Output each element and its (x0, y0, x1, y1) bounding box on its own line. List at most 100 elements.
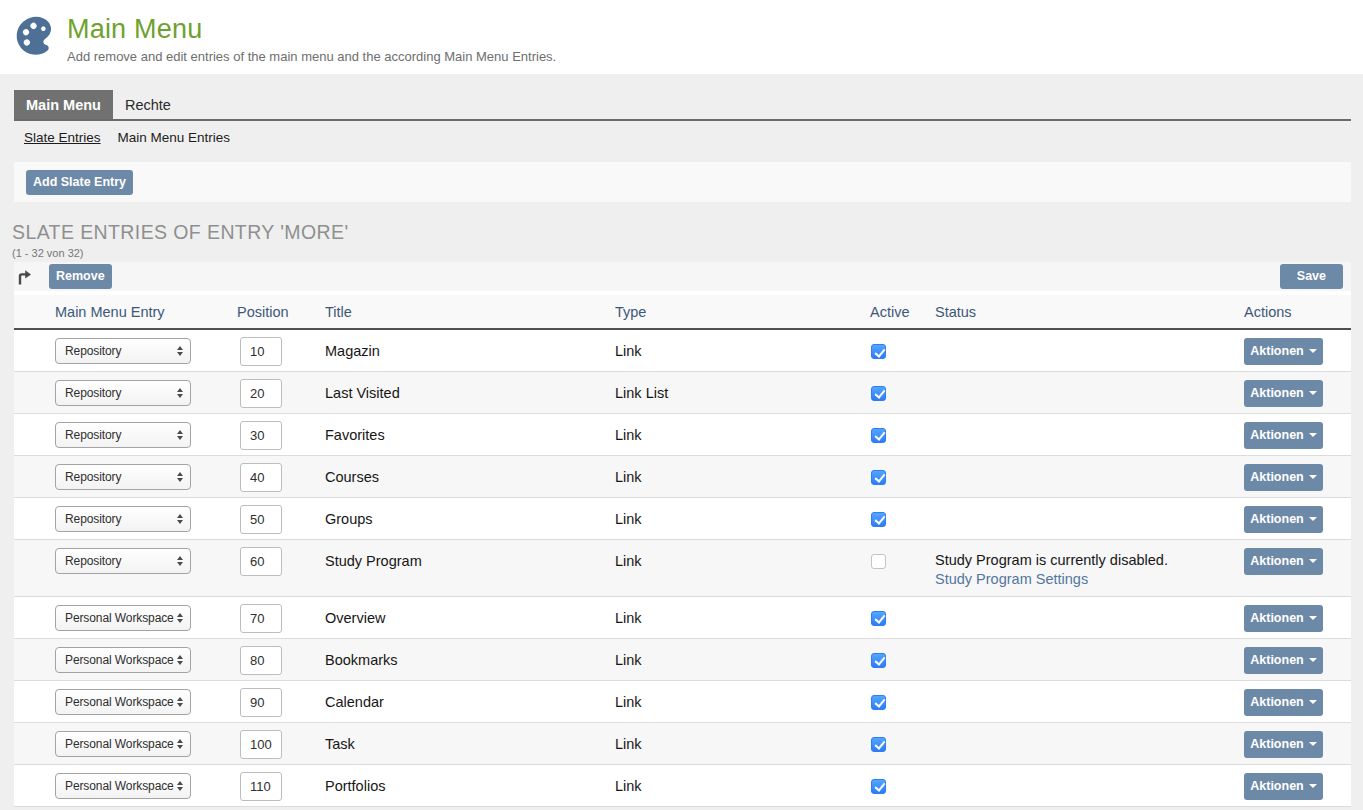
row-actions-button[interactable]: Aktionen (1244, 689, 1323, 716)
position-input[interactable] (240, 730, 282, 759)
select-stepper-icon (177, 430, 183, 440)
caret-down-icon (1309, 784, 1317, 788)
tab-rechte[interactable]: Rechte (113, 90, 183, 119)
main-menu-entry-select[interactable]: Repository (55, 380, 191, 406)
active-checkbox[interactable] (871, 737, 886, 752)
save-button[interactable]: Save (1280, 264, 1343, 289)
page-subtitle: Add remove and edit entries of the main … (67, 49, 556, 64)
row-type: Link (615, 497, 870, 539)
active-checkbox[interactable] (871, 344, 886, 359)
status-text: Study Program is currently disabled. (935, 551, 1244, 570)
table-row: Personal WorkspaceOverviewLinkAktionen (14, 596, 1351, 638)
row-actions-button[interactable]: Aktionen (1244, 773, 1323, 800)
row-actions-button[interactable]: Aktionen (1244, 422, 1323, 449)
row-type: Link (615, 680, 870, 722)
row-type: Link List (615, 371, 870, 413)
row-title: Calendar (325, 680, 615, 722)
row-title: Study Program (325, 539, 615, 596)
subtab-slate-entries[interactable]: Slate Entries (24, 130, 101, 145)
col-header-type: Type (615, 295, 870, 329)
row-title: Courses (325, 455, 615, 497)
main-menu-entry-select[interactable]: Personal Workspace (55, 647, 191, 673)
table-row: Repository Last VisitedLink List Aktionen (14, 371, 1351, 413)
caret-down-icon (1309, 742, 1317, 746)
active-checkbox[interactable] (871, 386, 886, 401)
main-menu-entry-select[interactable]: Repository (55, 422, 191, 448)
table-header-row: Main Menu Entry Position Title Type Acti… (14, 295, 1351, 329)
caret-down-icon (1309, 616, 1317, 620)
main-menu-entry-select[interactable]: Personal Workspace (55, 689, 191, 715)
page-header: Main Menu Add remove and edit entries of… (0, 0, 1363, 74)
row-type: Link (615, 722, 870, 764)
position-input[interactable] (240, 604, 282, 633)
select-stepper-icon (177, 514, 183, 524)
table-row: RepositoryFavoritesLinkAktionen (14, 413, 1351, 455)
main-menu-entry-select[interactable]: Personal Workspace (55, 605, 191, 631)
row-actions-button[interactable]: Aktionen (1244, 647, 1323, 674)
position-input[interactable] (240, 505, 282, 534)
table-row: Repository MagazinLink Aktionen (14, 329, 1351, 371)
row-type: Link (615, 596, 870, 638)
tab-main-menu[interactable]: Main Menu (14, 90, 113, 119)
col-header-main-menu-entry: Main Menu Entry (55, 295, 237, 329)
row-actions-button[interactable]: Aktionen (1244, 548, 1323, 575)
caret-down-icon (1309, 391, 1317, 395)
table-row: Repository Study ProgramLink Study Program… (14, 539, 1351, 596)
position-input[interactable] (240, 772, 282, 801)
row-title: Last Visited (325, 371, 615, 413)
select-stepper-icon (177, 388, 183, 398)
main-menu-entry-select[interactable]: Personal Workspace (55, 731, 191, 757)
active-checkbox[interactable] (871, 470, 886, 485)
table-row: Personal WorkspaceBookmarksLinkAktionen (14, 638, 1351, 680)
select-stepper-icon (177, 739, 183, 749)
row-actions-button[interactable]: Aktionen (1244, 506, 1323, 533)
row-title: Magazin (325, 329, 615, 371)
row-type: Link (615, 638, 870, 680)
position-input[interactable] (240, 646, 282, 675)
row-actions-button[interactable]: Aktionen (1244, 731, 1323, 758)
main-menu-entry-select[interactable]: Repository (55, 338, 191, 364)
row-type: Link (615, 764, 870, 806)
active-checkbox[interactable] (871, 611, 886, 626)
table-row: RepositoryGroupsLinkAktionen (14, 497, 1351, 539)
add-slate-entry-button[interactable]: Add Slate Entry (26, 170, 133, 195)
caret-down-icon (1309, 433, 1317, 437)
position-input[interactable] (240, 379, 282, 408)
row-actions-button[interactable]: Aktionen (1244, 605, 1323, 632)
active-checkbox[interactable] (871, 653, 886, 668)
select-stepper-icon (177, 613, 183, 623)
row-actions-button[interactable]: Aktionen (1244, 338, 1323, 365)
row-type: Link (615, 329, 870, 371)
caret-down-icon (1309, 475, 1317, 479)
main-menu-entry-select[interactable]: Repository (55, 464, 191, 490)
slate-entries-table: Main Menu Entry Position Title Type Acti… (14, 295, 1351, 807)
main-menu-entry-select[interactable]: Repository (55, 506, 191, 532)
row-title: Favorites (325, 413, 615, 455)
table-row: Personal Workspace PortfoliosLink Aktionen (14, 764, 1351, 806)
table-body: RepositoryMagazinLinkAktionenRepositoryL… (14, 329, 1351, 806)
table-box: Remove Save Main Menu Entry Position Tit… (14, 262, 1351, 807)
position-input[interactable] (240, 463, 282, 492)
caret-down-icon (1309, 559, 1317, 563)
position-input[interactable] (240, 547, 282, 576)
active-checkbox[interactable] (871, 695, 886, 710)
active-checkbox[interactable] (871, 428, 886, 443)
remove-button[interactable]: Remove (49, 264, 112, 289)
row-actions-button[interactable]: Aktionen (1244, 380, 1323, 407)
active-checkbox[interactable] (871, 779, 886, 794)
row-type: Link (615, 539, 870, 596)
status-settings-link[interactable]: Study Program Settings (935, 571, 1088, 587)
subtab-main-menu-entries[interactable]: Main Menu Entries (118, 130, 231, 145)
table-row: Personal WorkspaceTaskLinkAktionen (14, 722, 1351, 764)
caret-down-icon (1309, 658, 1317, 662)
table-row: RepositoryCoursesLinkAktionen (14, 455, 1351, 497)
main-menu-entry-select[interactable]: Personal Workspace (55, 773, 191, 799)
active-checkbox[interactable] (871, 554, 886, 569)
active-checkbox[interactable] (871, 512, 886, 527)
position-input[interactable] (240, 421, 282, 450)
row-actions-button[interactable]: Aktionen (1244, 464, 1323, 491)
position-input[interactable] (240, 337, 282, 366)
main-menu-entry-select[interactable]: Repository (55, 548, 191, 574)
row-title: Portfolios (325, 764, 615, 806)
position-input[interactable] (240, 688, 282, 717)
